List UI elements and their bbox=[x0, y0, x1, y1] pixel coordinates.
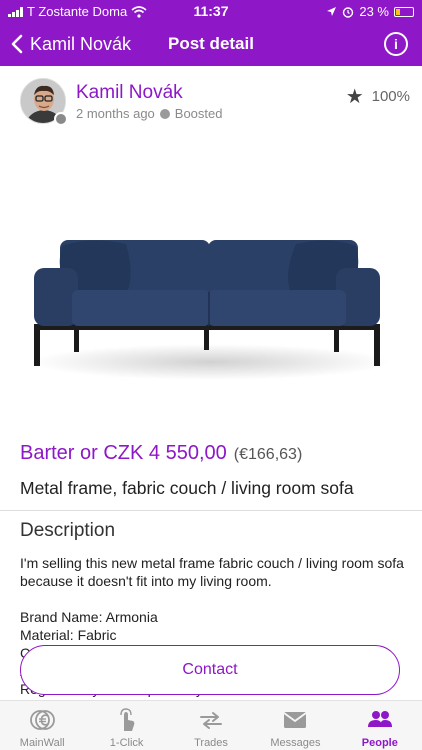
listing-photo[interactable] bbox=[0, 140, 422, 428]
listing-price: Barter or CZK 4 550,00 bbox=[20, 442, 227, 464]
tab-label-1-click: 1-Click bbox=[109, 737, 144, 749]
description-intro: I'm selling this new metal frame fabric … bbox=[20, 555, 404, 589]
seller-name[interactable]: Kamil Novák bbox=[76, 82, 183, 104]
boosted-label: Boosted bbox=[174, 106, 223, 121]
tab-label-mainwall: MainWall bbox=[19, 737, 65, 749]
star-icon: ★ bbox=[345, 86, 364, 108]
battery-icon bbox=[394, 6, 414, 17]
back-label: Kamil Novák bbox=[30, 33, 132, 54]
tab-label-messages: Messages bbox=[270, 737, 321, 749]
post-meta: 2 months ago Boosted bbox=[76, 106, 222, 121]
contact-button[interactable]: Contact bbox=[20, 645, 400, 695]
euro-coins-icon bbox=[30, 710, 56, 730]
divider bbox=[0, 510, 422, 511]
seller-profile: Kamil Novák 2 months ago Boosted ★ 100% bbox=[20, 78, 410, 130]
tab-label-trades: Trades bbox=[194, 737, 228, 749]
presence-indicator bbox=[54, 112, 68, 126]
people-icon bbox=[367, 711, 392, 727]
status-right: 23 % bbox=[326, 4, 414, 19]
posted-time: 2 months ago bbox=[76, 106, 155, 121]
chevron-left-icon bbox=[11, 34, 23, 54]
page-title: Post detail bbox=[168, 34, 254, 53]
description-heading: Description bbox=[20, 520, 116, 541]
price-row: Barter or CZK 4 550,00 (€166,63) bbox=[20, 442, 302, 465]
tab-messages[interactable]: Messages bbox=[253, 701, 337, 750]
envelope-icon bbox=[283, 712, 307, 728]
description-brand: Brand Name: Armonia bbox=[20, 609, 158, 625]
status-bar: T Zostante Doma 11:37 23 % bbox=[0, 0, 422, 22]
seller-rating: ★ 100% bbox=[346, 84, 410, 109]
description-material: Material: Fabric bbox=[20, 627, 117, 643]
tab-trades[interactable]: Trades bbox=[169, 701, 253, 750]
tap-hand-icon bbox=[119, 708, 134, 731]
sofa-image bbox=[0, 140, 422, 428]
boosted-dot-icon bbox=[159, 108, 170, 119]
tab-people[interactable]: People bbox=[338, 701, 422, 750]
info-icon[interactable]: i bbox=[384, 32, 408, 56]
swap-arrows-icon bbox=[200, 712, 223, 729]
tab-label-people: People bbox=[361, 737, 398, 749]
rating-value: 100% bbox=[371, 88, 410, 105]
tab-mainwall[interactable]: MainWall bbox=[0, 701, 84, 750]
listing-title: Metal frame, fabric couch / living room … bbox=[20, 478, 354, 498]
nav-bar: Kamil Novák Post detail i bbox=[0, 22, 422, 66]
location-arrow-icon bbox=[327, 7, 337, 16]
alarm-icon bbox=[343, 6, 354, 18]
back-button[interactable]: Kamil Novák bbox=[10, 22, 131, 66]
battery-percent: 23 % bbox=[359, 4, 389, 19]
listing-price-eur: (€166,63) bbox=[233, 446, 303, 463]
tab-bar: MainWall 1-Click Trades Messages People bbox=[0, 700, 422, 750]
tab-1-click[interactable]: 1-Click bbox=[84, 701, 168, 750]
